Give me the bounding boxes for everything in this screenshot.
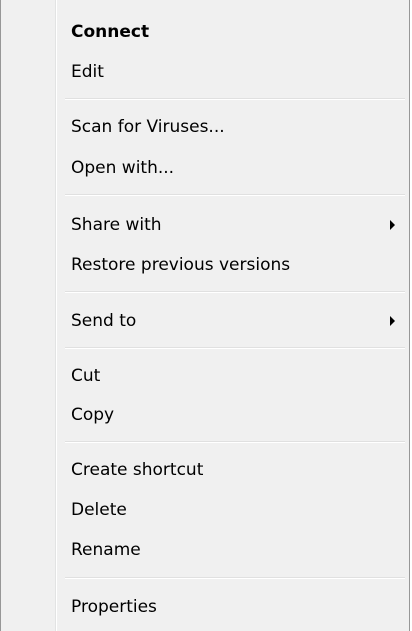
menu-item-connect[interactable]: Connect [5,13,405,51]
menu-item-copy[interactable]: Copy [5,396,405,434]
menu-separator [65,98,405,100]
menu-item-create-shortcut[interactable]: Create shortcut [5,451,405,489]
menu-item-label: Edit [71,62,104,82]
menu-item-properties[interactable]: Properties [5,588,405,626]
chevron-right-icon [390,220,395,230]
menu-item-open-with[interactable]: Open with... [5,149,405,187]
menu-item-restore-previous-versions[interactable]: Restore previous versions [5,246,405,284]
menu-separator [65,194,405,196]
menu-item-label: Scan for Viruses... [71,117,225,137]
menu-item-label: Restore previous versions [71,255,291,275]
menu-item-send-to[interactable]: Send to [5,302,405,340]
menu-separator [65,347,405,349]
context-menu: Connect Edit Scan for Viruses... Open wi… [0,0,410,631]
menu-item-label: Rename [71,540,141,560]
menu-item-edit[interactable]: Edit [5,53,405,91]
menu-item-delete[interactable]: Delete [5,491,405,529]
menu-item-cut[interactable]: Cut [5,357,405,395]
menu-item-label: Share with [71,215,162,235]
menu-item-label: Create shortcut [71,460,204,480]
menu-item-label: Delete [71,500,127,520]
menu-separator [65,441,405,443]
menu-separator [65,577,405,579]
menu-item-label: Connect [71,22,150,42]
menu-item-scan-for-viruses[interactable]: Scan for Viruses... [5,108,405,146]
menu-item-share-with[interactable]: Share with [5,206,405,244]
chevron-right-icon [390,316,395,326]
menu-item-label: Send to [71,311,137,331]
menu-item-label: Cut [71,366,101,386]
menu-item-rename[interactable]: Rename [5,531,405,569]
menu-item-label: Properties [71,597,157,617]
menu-separator [65,291,405,293]
menu-item-label: Open with... [71,158,175,178]
menu-item-label: Copy [71,405,115,425]
